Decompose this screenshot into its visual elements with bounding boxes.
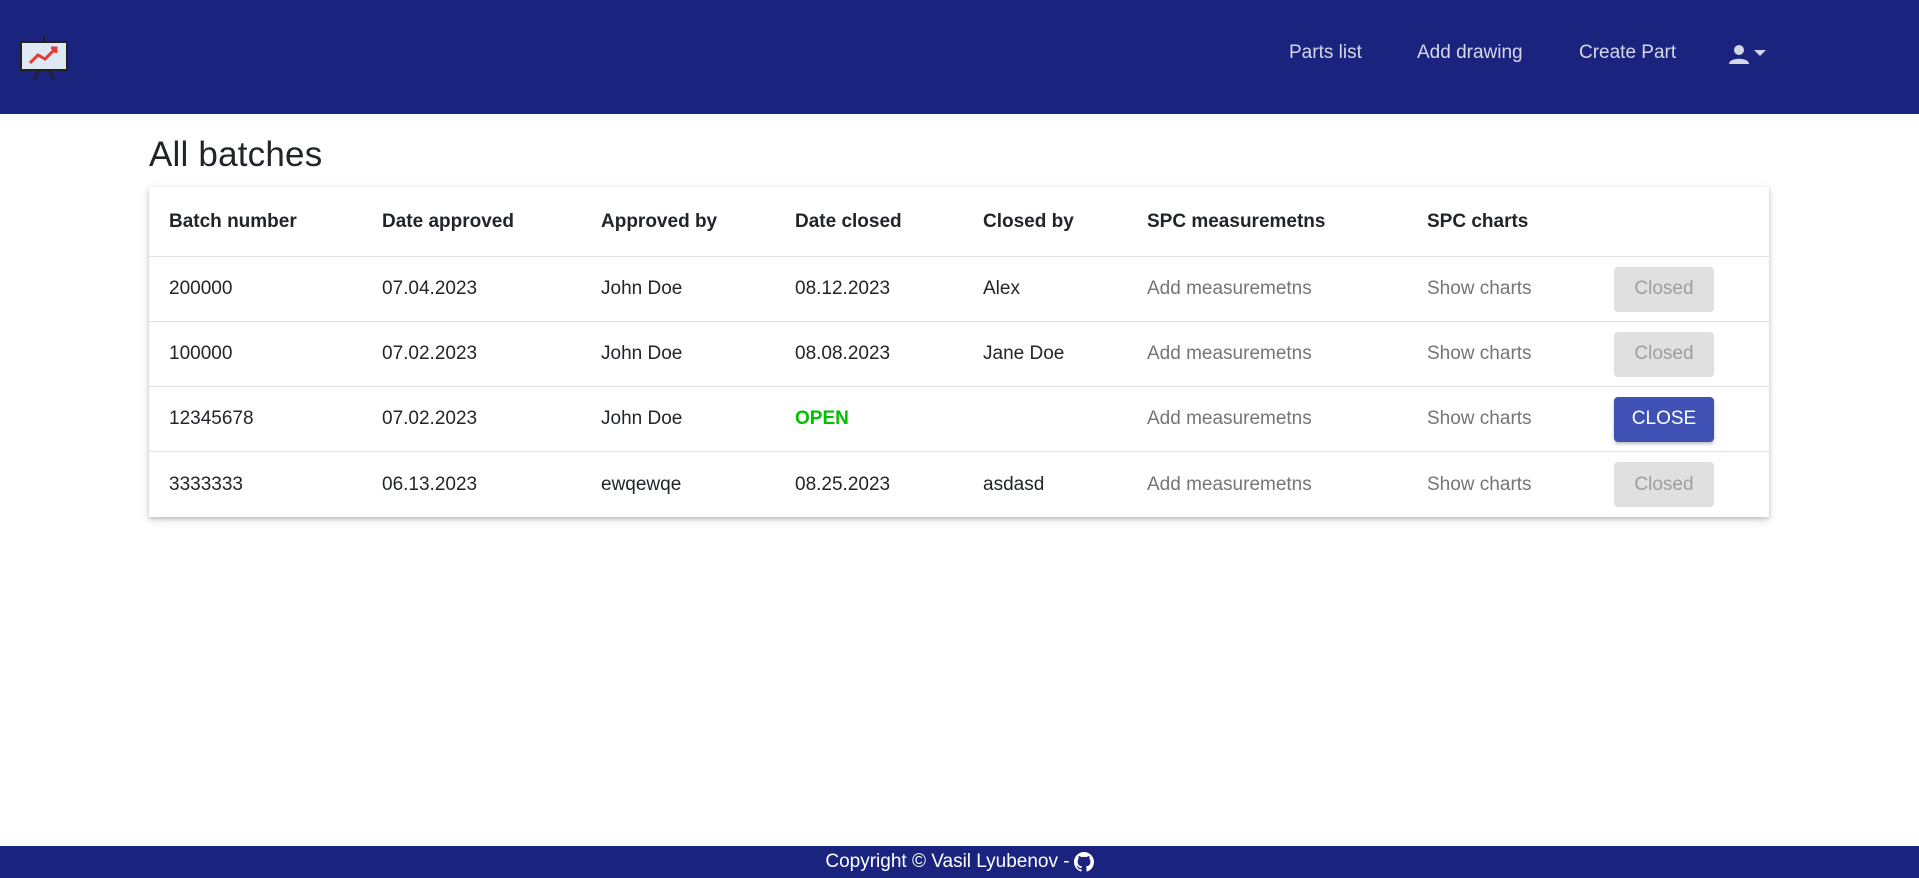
date-approved: 07.02.2023 (382, 408, 478, 429)
add-measurements-link[interactable]: Add measuremetns (1147, 322, 1312, 386)
date-closed: 08.08.2023 (795, 343, 891, 364)
table-row: 3333333 06.13.2023 ewqewqe 08.25.2023 as… (149, 452, 1769, 517)
approved-by: John Doe (601, 343, 683, 364)
approved-by: ewqewqe (601, 473, 682, 495)
approved-by: John Doe (601, 278, 683, 299)
table-row: 200000 07.04.2023 John Doe 08.12.2023 Al… (149, 257, 1769, 322)
date-closed: 08.25.2023 (795, 473, 891, 495)
closed-button: Closed (1614, 331, 1714, 377)
footer: Copyright © Vasil Lyubenov - (0, 846, 1919, 878)
add-measurements-link[interactable]: Add measuremetns (1147, 452, 1312, 517)
user-menu-dropdown[interactable] (1727, 42, 1771, 66)
person-icon (1729, 45, 1749, 64)
batch-number: 3333333 (169, 473, 243, 495)
copyright-text: Copyright © Vasil Lyubenov - (825, 851, 1070, 872)
date-approved: 06.13.2023 (382, 473, 478, 495)
header-spc-charts: SPC charts (1427, 210, 1529, 232)
batch-number: 200000 (169, 278, 233, 299)
nav-parts-list[interactable]: Parts list (1289, 42, 1362, 64)
table-row: 12345678 07.02.2023 John Doe OPEN Add me… (149, 387, 1769, 452)
caret-down-icon (1754, 50, 1766, 56)
show-charts-link[interactable]: Show charts (1427, 322, 1532, 386)
table-row: 100000 07.02.2023 John Doe 08.08.2023 Ja… (149, 322, 1769, 387)
batch-number: 12345678 (169, 408, 254, 429)
github-icon[interactable] (1073, 852, 1094, 872)
closed-button: Closed (1614, 266, 1714, 312)
closed-by: Jane Doe (983, 343, 1065, 364)
close-batch-button[interactable]: CLOSE (1614, 396, 1714, 442)
header-closed-by: Closed by (983, 210, 1074, 232)
top-navbar: Parts list Add drawing Create Part (0, 0, 1919, 114)
header-spc-measurements: SPC measuremetns (1147, 210, 1326, 232)
batches-table: Batch number Date approved Approved by D… (149, 187, 1769, 517)
show-charts-link[interactable]: Show charts (1427, 387, 1532, 451)
add-measurements-link[interactable]: Add measuremetns (1147, 257, 1312, 321)
approved-by: John Doe (601, 408, 683, 429)
closed-by: asdasd (983, 473, 1045, 495)
header-date-approved: Date approved (382, 210, 514, 232)
header-batch-number: Batch number (169, 210, 297, 232)
closed-by: Alex (983, 278, 1020, 299)
closed-button: Closed (1614, 462, 1714, 507)
chart-presentation-logo[interactable] (18, 34, 70, 80)
date-approved: 07.02.2023 (382, 343, 478, 364)
page-title: All batches (149, 135, 323, 174)
nav-add-drawing[interactable]: Add drawing (1417, 42, 1523, 64)
header-approved-by: Approved by (601, 210, 718, 232)
show-charts-link[interactable]: Show charts (1427, 257, 1532, 321)
status-open-label: OPEN (795, 408, 849, 429)
date-approved: 07.04.2023 (382, 278, 478, 299)
nav-create-part[interactable]: Create Part (1579, 42, 1676, 64)
date-closed: 08.12.2023 (795, 278, 891, 299)
table-header-row: Batch number Date approved Approved by D… (149, 187, 1769, 257)
add-measurements-link[interactable]: Add measuremetns (1147, 387, 1312, 451)
header-date-closed: Date closed (795, 210, 902, 232)
show-charts-link[interactable]: Show charts (1427, 452, 1532, 517)
batch-number: 100000 (169, 343, 233, 364)
